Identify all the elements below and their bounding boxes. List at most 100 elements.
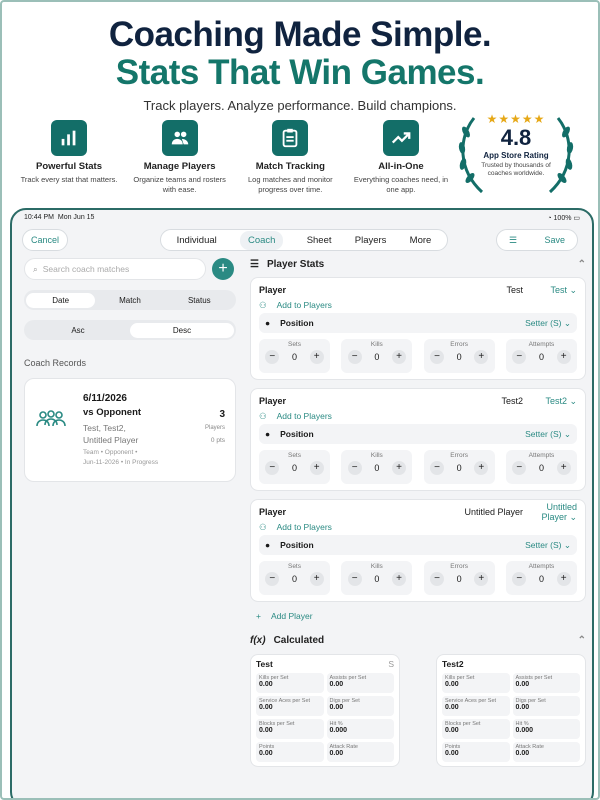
increment-button[interactable]: + [309,350,324,364]
calc-cell: Hit % 0.000 [512,719,580,739]
stat-value: 0 [374,352,380,362]
calc-player-name: Test [256,659,273,669]
stat-box: Errors − 0 + [423,450,495,484]
stat-box: Kills − 0 + [341,450,413,484]
tab-sheet[interactable]: Sheet [307,235,332,246]
stat-value: 0 [538,463,544,473]
stat-box: Sets − 0 + [259,561,330,595]
record-count-label: Players [204,425,225,431]
player-card: Player Test2 Test2 ⌄ ⚇ Add to Players ● Posi… [250,388,586,491]
increment-button[interactable]: + [556,350,571,364]
calc-cell: Hit % 0.000 [326,719,394,739]
calc-cell: Service Aces per Set 0.00 [256,696,324,716]
calc-cell: Blocks per Set 0.00 [256,719,324,739]
toolbar-group: ☰ Save [496,229,578,251]
stat-label: Sets [287,563,301,570]
position-select[interactable]: Setter (S) ⌄ [525,429,571,440]
decrement-button[interactable]: − [265,461,280,475]
feature-title: Manage Players [143,161,216,172]
stat-label: Attempts [528,452,555,459]
people-icon [161,120,198,156]
stat-value: 0 [291,463,297,473]
sort-match[interactable]: Match [95,293,164,308]
tab-coach[interactable]: Coach [239,230,284,250]
decrement-button[interactable]: − [347,461,362,475]
stat-box: Attempts − 0 + [505,339,577,373]
promo-page: Coaching Made Simple. Stats That Win Gam… [0,0,600,800]
increment-button[interactable]: + [391,350,406,364]
device-screen: 10:44 PM Mon Jun 15 ◔ 100% ▭ Cancel Indi… [10,208,594,798]
increment-button[interactable]: + [309,461,324,475]
add-to-players-button[interactable]: ⚇ Add to Players [259,408,577,424]
position-select[interactable]: Setter (S) ⌄ [525,318,571,329]
calc-cell: Attack Rate 0.00 [326,742,394,762]
stat-label: Kills [370,341,383,348]
record-card[interactable]: 6/11/2026 vs Opponent Test, Test2, Untit… [24,378,236,482]
decrement-button[interactable]: − [265,572,280,586]
record-count: 3 [219,409,225,420]
increment-button[interactable]: + [474,461,489,475]
decrement-button[interactable]: − [512,350,527,364]
stat-value: 0 [374,463,380,473]
team-icon [36,410,66,427]
add-player-button[interactable]: + Add Player [250,608,586,624]
decrement-button[interactable]: − [265,350,280,364]
stat-value: 0 [374,574,380,584]
decrement-button[interactable]: − [429,350,444,364]
stat-value: 0 [538,574,544,584]
headline-1: Coaching Made Simple. [108,15,492,54]
search-input[interactable]: ⌕ Search coach matches [24,258,206,280]
function-icon: f(x) [250,634,266,646]
sort-segment: Date Match Status [24,290,236,310]
stat-label: Kills [370,563,383,570]
tab-individual[interactable]: Individual [177,235,217,246]
stat-value: 0 [538,352,544,362]
feature-title: Powerful Stats [36,161,102,172]
increment-button[interactable]: + [309,572,324,586]
decrement-button[interactable]: − [347,572,362,586]
stat-label: Attempts [528,341,555,348]
sort-date[interactable]: Date [26,292,96,308]
chevron-up-icon[interactable]: ⌃ [578,635,586,646]
order-desc[interactable]: Desc [130,322,234,338]
stat-box: Errors − 0 + [423,561,495,595]
add-to-players-button[interactable]: ⚇ Add to Players [259,297,577,313]
cancel-button[interactable]: Cancel [22,229,68,251]
increment-button[interactable]: + [474,572,489,586]
sort-status[interactable]: Status [165,293,234,308]
add-match-button[interactable]: + [212,258,234,280]
tab-more[interactable]: More [410,235,432,246]
player-select[interactable]: Test ⌄ [537,285,577,296]
calc-tag: S [388,659,394,669]
player-select[interactable]: Test2 ⌄ [537,396,577,407]
position-select[interactable]: Setter (S) ⌄ [525,540,571,551]
calc-cell: Kills per Set 0.00 [256,673,324,693]
chevron-up-icon[interactable]: ⌃ [578,259,586,270]
list-icon[interactable]: ☰ [509,235,517,246]
status-bar: 10:44 PM Mon Jun 15 ◔ 100% ▭ [12,210,592,226]
feature-desc: Organize teams and rosters with ease. [133,175,226,194]
decrement-button[interactable]: − [512,461,527,475]
decrement-button[interactable]: − [347,350,362,364]
save-button[interactable]: Save [544,235,565,245]
player-name: Test [506,285,523,295]
player-card: Player Test Test ⌄ ⚇ Add to Players ● Positi… [250,277,586,380]
decrement-button[interactable]: − [512,572,527,586]
calc-cell: Points 0.00 [256,742,324,762]
increment-button[interactable]: + [391,572,406,586]
tab-players[interactable]: Players [355,235,387,246]
increment-button[interactable]: + [556,572,571,586]
increment-button[interactable]: + [391,461,406,475]
order-asc[interactable]: Asc [26,323,130,338]
decrement-button[interactable]: − [429,572,444,586]
clipboard-icon [272,120,309,156]
increment-button[interactable]: + [474,350,489,364]
increment-button[interactable]: + [556,461,571,475]
calc-cell: Assists per Set 0.00 [512,673,580,693]
decrement-button[interactable]: − [429,461,444,475]
player-select[interactable]: Untitled Player ⌄ [537,502,577,523]
calc-cell: Digs per Set 0.00 [326,696,394,716]
record-opponent: vs Opponent [83,407,142,418]
record-players: Test, Test2, [83,423,126,433]
feature-powerful-stats: Powerful Stats Track every stat that mat… [20,120,118,195]
